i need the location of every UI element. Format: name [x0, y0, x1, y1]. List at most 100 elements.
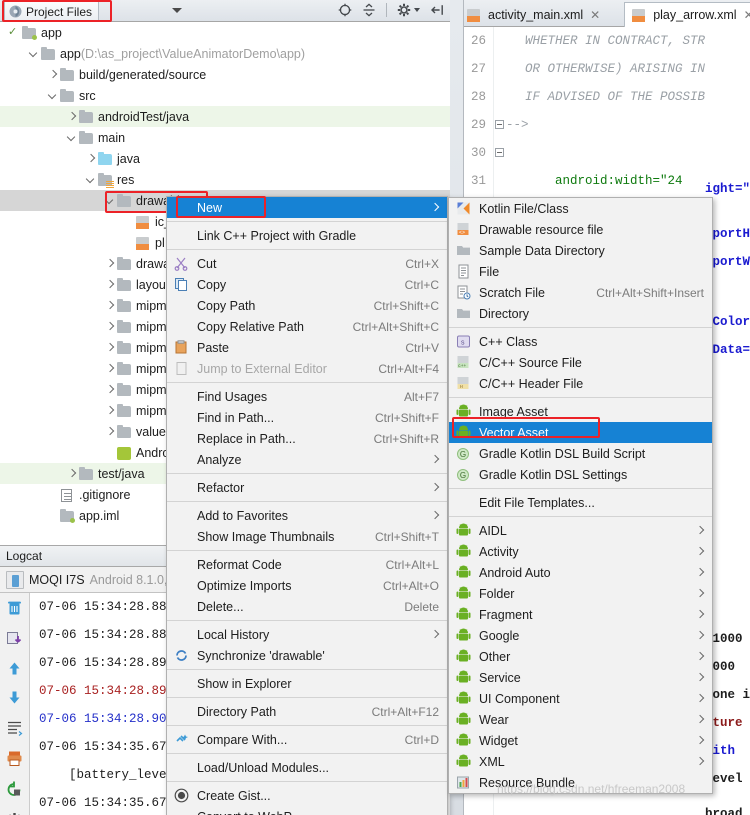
menu-item-vector-asset[interactable]: Vector Asset: [449, 422, 712, 443]
hide-panel-icon[interactable]: [430, 3, 444, 17]
chevron-right-icon[interactable]: [103, 320, 116, 333]
menu-item-c-class[interactable]: s C++ Class: [449, 331, 712, 352]
menu-item-copy-relative-path[interactable]: Copy Relative Path Ctrl+Alt+Shift+C: [167, 316, 447, 337]
chevron-right-icon[interactable]: [103, 425, 116, 438]
restart-icon[interactable]: [6, 781, 23, 801]
chevron-right-icon[interactable]: [103, 383, 116, 396]
tree-node-res[interactable]: res: [0, 169, 450, 190]
menu-item-kotlin-file-class[interactable]: Kotlin File/Class: [449, 198, 712, 219]
menu-item-xml[interactable]: XML: [449, 751, 712, 772]
menu-item-ui-component[interactable]: UI Component: [449, 688, 712, 709]
menu-item-folder[interactable]: Folder: [449, 583, 712, 604]
tree-node-androidtest-java[interactable]: androidTest/java: [0, 106, 450, 127]
editor-tab-activity_main-xml[interactable]: <> activity_main.xml ✕: [460, 2, 606, 27]
close-icon[interactable]: ✕: [744, 8, 750, 22]
scroll-down-icon[interactable]: [7, 690, 22, 708]
menu-item-convert-to-webp[interactable]: Convert to WebP...: [167, 806, 447, 815]
menu-item-create-gist[interactable]: Create Gist...: [167, 785, 447, 806]
gear-icon[interactable]: [397, 3, 411, 17]
close-icon[interactable]: ✕: [590, 8, 600, 22]
menu-item-google[interactable]: Google: [449, 625, 712, 646]
tree-node-java[interactable]: java: [0, 148, 450, 169]
menu-item-refactor[interactable]: Refactor: [167, 477, 447, 498]
menu-item-aidl[interactable]: AIDL: [449, 520, 712, 541]
menu-item-link-c-project-with-gradle[interactable]: Link C++ Project with Gradle: [167, 225, 447, 246]
chevron-right-icon[interactable]: [46, 68, 59, 81]
chevron-down-icon[interactable]: [65, 131, 78, 144]
project-files-tab[interactable]: Project Files: [4, 1, 100, 21]
menu-item-directory-path[interactable]: Directory Path Ctrl+Alt+F12: [167, 701, 447, 722]
menu-item-edit-file-templates[interactable]: Edit File Templates...: [449, 492, 712, 513]
fold-icon[interactable]: [495, 148, 504, 158]
menu-item-cut[interactable]: Cut Ctrl+X: [167, 253, 447, 274]
menu-item-paste[interactable]: Paste Ctrl+V: [167, 337, 447, 358]
menu-item-local-history[interactable]: Local History: [167, 624, 447, 645]
menu-item-jump-to-external-editor[interactable]: Jump to External Editor Ctrl+Alt+F4: [167, 358, 447, 379]
menu-item-find-in-path[interactable]: Find in Path... Ctrl+Shift+F: [167, 407, 447, 428]
menu-item-copy-path[interactable]: Copy Path Ctrl+Shift+C: [167, 295, 447, 316]
chevron-down-icon[interactable]: [172, 8, 182, 13]
export-icon[interactable]: [6, 630, 23, 650]
menu-item-find-usages[interactable]: Find Usages Alt+F7: [167, 386, 447, 407]
menu-item-load-unload-modules[interactable]: Load/Unload Modules...: [167, 757, 447, 778]
editor-tab-play_arrow-xml[interactable]: <> play_arrow.xml ✕: [624, 2, 750, 27]
tree-node-app[interactable]: app (D:\as_project\ValueAnimatorDemo\app…: [0, 43, 450, 64]
target-icon[interactable]: [338, 3, 352, 17]
menu-item-android-auto[interactable]: Android Auto: [449, 562, 712, 583]
tree-node-main[interactable]: main: [0, 127, 450, 148]
menu-item-gradle-kotlin-dsl-settings[interactable]: G Gradle Kotlin DSL Settings: [449, 464, 712, 485]
chevron-right-icon[interactable]: [103, 299, 116, 312]
chevron-right-icon[interactable]: [103, 257, 116, 270]
menu-item-wear[interactable]: Wear: [449, 709, 712, 730]
soft-wrap-icon[interactable]: [6, 719, 23, 739]
menu-item-add-to-favorites[interactable]: Add to Favorites: [167, 505, 447, 526]
menu-item-show-in-explorer[interactable]: Show in Explorer: [167, 673, 447, 694]
gear-dropdown-caret-icon[interactable]: [414, 8, 420, 12]
collapse-all-icon[interactable]: [362, 3, 376, 17]
menu-item-fragment[interactable]: Fragment: [449, 604, 712, 625]
chevron-right-icon[interactable]: [103, 341, 116, 354]
trash-icon[interactable]: [6, 599, 23, 619]
menu-item-c-c-header-file[interactable]: H C/C++ Header File: [449, 373, 712, 394]
fold-icon[interactable]: [495, 120, 504, 130]
menu-item-activity[interactable]: Activity: [449, 541, 712, 562]
menu-item-service[interactable]: Service: [449, 667, 712, 688]
tree-node-app[interactable]: ✓ app: [0, 22, 450, 43]
chevron-right-icon[interactable]: [103, 278, 116, 291]
menu-item-show-image-thumbnails[interactable]: Show Image Thumbnails Ctrl+Shift+T: [167, 526, 447, 547]
menu-item-copy[interactable]: Copy Ctrl+C: [167, 274, 447, 295]
scroll-up-icon[interactable]: [7, 661, 22, 679]
chevron-down-icon[interactable]: [27, 47, 40, 60]
menu-item-drawable-resource-file[interactable]: <> Drawable resource file: [449, 219, 712, 240]
menu-item-replace-in-path[interactable]: Replace in Path... Ctrl+Shift+R: [167, 428, 447, 449]
chevron-right-icon[interactable]: [103, 362, 116, 375]
tree-node-build-generated-source[interactable]: build/generated/source: [0, 64, 450, 85]
menu-item-scratch-file[interactable]: Scratch File Ctrl+Alt+Shift+Insert: [449, 282, 712, 303]
menu-item-reformat-code[interactable]: Reformat Code Ctrl+Alt+L: [167, 554, 447, 575]
context-menu[interactable]: New Link C++ Project with Gradle Cut Ctrl+X…: [166, 196, 448, 815]
chevron-right-icon[interactable]: [103, 404, 116, 417]
chevron-right-icon[interactable]: [65, 110, 78, 123]
menu-item-file[interactable]: File: [449, 261, 712, 282]
menu-item-optimize-imports[interactable]: Optimize Imports Ctrl+Alt+O: [167, 575, 447, 596]
menu-item-c-c-source-file[interactable]: c++ C/C++ Source File: [449, 352, 712, 373]
chevron-down-icon[interactable]: [84, 173, 97, 186]
menu-item-sample-data-directory[interactable]: Sample Data Directory: [449, 240, 712, 261]
menu-item-other[interactable]: Other: [449, 646, 712, 667]
print-icon[interactable]: [6, 750, 23, 770]
new-submenu[interactable]: Kotlin File/Class <> Drawable resource fil…: [448, 197, 713, 794]
menu-item-gradle-kotlin-dsl-build-script[interactable]: G Gradle Kotlin DSL Build Script: [449, 443, 712, 464]
menu-item-synchronize-drawable[interactable]: Synchronize 'drawable': [167, 645, 447, 666]
menu-item-new[interactable]: New: [167, 197, 447, 218]
menu-item-compare-with[interactable]: Compare With... Ctrl+D: [167, 729, 447, 750]
tree-node-src[interactable]: src: [0, 85, 450, 106]
menu-item-delete[interactable]: Delete... Delete: [167, 596, 447, 617]
chevron-right-icon[interactable]: [65, 467, 78, 480]
chevron-right-icon[interactable]: [84, 152, 97, 165]
chevron-down-icon[interactable]: [103, 194, 116, 207]
menu-item-directory[interactable]: Directory: [449, 303, 712, 324]
chevron-down-icon[interactable]: [46, 89, 59, 102]
menu-item-image-asset[interactable]: Image Asset: [449, 401, 712, 422]
menu-item-widget[interactable]: Widget: [449, 730, 712, 751]
menu-item-analyze[interactable]: Analyze: [167, 449, 447, 470]
